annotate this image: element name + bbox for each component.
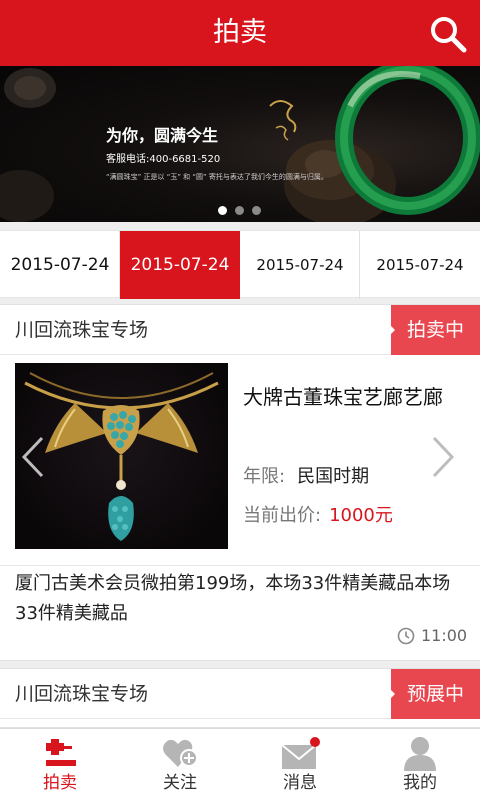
banner-subtitle: “满圆珠宝” 正是以 “玉” 和 “圆” 寄托与表达了我们今生的圆满与归属。 (106, 173, 328, 181)
auction-card-header: 川回流珠宝专场 拍卖中 (0, 305, 480, 355)
date-tab-label: 2015-07-24 (256, 256, 344, 274)
jade-bangle-image (0, 66, 480, 222)
tab-auction[interactable]: 拍卖 (0, 729, 120, 800)
page-title: 拍卖 (213, 17, 267, 48)
status-badge: 预展中 (390, 669, 480, 719)
date-tab-label: 2015-07-24 (376, 256, 464, 274)
tab-label: 消息 (283, 773, 317, 793)
date-tab[interactable]: 2015-07-24 (240, 231, 360, 299)
era-label: 年限: (243, 466, 286, 487)
item-photo[interactable] (15, 363, 228, 549)
promo-banner[interactable]: 为你，圆满今生 客服电话:400-6681-520 “满圆珠宝” 正是以 “玉”… (0, 66, 480, 222)
heart-plus-icon (163, 739, 198, 767)
date-tab-label: 2015-07-24 (10, 255, 110, 275)
unread-dot (310, 737, 320, 747)
tab-follow[interactable]: 关注 (120, 729, 240, 800)
search-icon[interactable] (428, 14, 468, 54)
banner-slogan: 为你，圆满今生 (106, 126, 219, 145)
chevron-right-icon[interactable] (430, 435, 456, 479)
tab-messages[interactable]: 消息 (240, 729, 360, 800)
auction-name: 川回流珠宝专场 (15, 683, 149, 705)
divider (0, 565, 480, 566)
date-tab-bar: 2015-07-24 2015-07-24 2015-07-24 2015-07… (0, 230, 480, 299)
tab-label: 我的 (403, 773, 437, 793)
auction-name: 川回流珠宝专场 (15, 319, 149, 341)
carousel-dot[interactable] (252, 206, 261, 215)
envelope-icon (281, 737, 320, 769)
chevron-left-icon[interactable] (20, 435, 46, 479)
bid-label: 当前出价: (243, 505, 322, 526)
date-tab-active[interactable]: 2015-07-24 (120, 231, 240, 299)
auction-card[interactable]: 川回流珠宝专场 拍卖中 大牌古董珠宝艺廊艺廊 年限: 民国时期 当前出价: 1000… (0, 304, 480, 661)
time-value: 11:00 (421, 626, 468, 645)
status-badge: 拍卖中 (390, 305, 480, 355)
necklace-image (24, 372, 219, 541)
auction-card-header: 川回流珠宝专场 预展中 (0, 669, 480, 719)
clock-icon (397, 627, 415, 645)
auction-description: 厦门古美术会员微拍第199场，本场33件精美藏品本场33件精美藏品 (15, 573, 451, 624)
tab-label: 拍卖 (43, 773, 77, 793)
app-header: 拍卖 (0, 0, 480, 66)
bid-value: 1000元 (329, 505, 393, 526)
era-value: 民国时期 (297, 466, 370, 487)
gavel-icon (46, 739, 76, 766)
carousel-dot[interactable] (235, 206, 244, 215)
current-bid: 当前出价: 1000元 (243, 504, 393, 528)
tab-profile[interactable]: 我的 (360, 729, 480, 800)
item-era: 年限: 民国时期 (243, 465, 369, 489)
banner-phone: 客服电话:400-6681-520 (106, 154, 221, 165)
tab-label: 关注 (163, 773, 197, 793)
carousel-dot[interactable] (218, 206, 227, 215)
item-title: 大牌古董珠宝艺廊艺廊 (243, 385, 443, 409)
person-icon (404, 737, 436, 771)
auction-card[interactable]: 川回流珠宝专场 预展中 (0, 668, 480, 728)
carousel-dots[interactable] (215, 206, 265, 216)
bottom-tab-bar: 拍卖 关注 消息 我的 (0, 728, 480, 800)
date-tab[interactable]: 2015-07-24 (0, 231, 120, 299)
date-tab[interactable]: 2015-07-24 (360, 231, 480, 299)
date-tab-label: 2015-07-24 (130, 255, 230, 275)
